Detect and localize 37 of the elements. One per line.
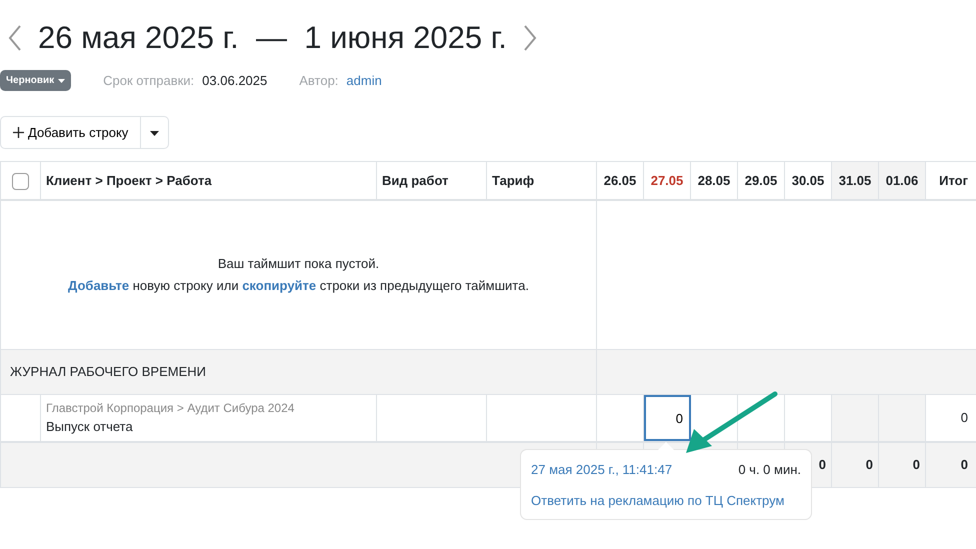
column-header: Итог xyxy=(926,162,976,200)
day-header: 29.05 xyxy=(738,162,784,200)
day-header: 28.05 xyxy=(690,162,738,200)
grand-total: 0 xyxy=(926,442,976,487)
column-header: Вид работ xyxy=(376,162,486,200)
link[interactable]: скопируйте xyxy=(242,278,316,294)
entry-comment-link[interactable]: Ответить на рекламацию по ТЦ Спектрум xyxy=(531,490,801,510)
hours-input[interactable]: 0 xyxy=(644,395,691,441)
select-all-checkbox[interactable] xyxy=(12,172,29,190)
caret-icon xyxy=(58,78,66,82)
column-header: Тариф xyxy=(486,162,596,200)
empty-message: Ваш таймшит пока пустой. xyxy=(216,254,380,273)
author-link[interactable]: admin xyxy=(346,70,382,90)
day-header: 01.06 xyxy=(878,162,926,200)
author-label: Автор: xyxy=(299,72,338,90)
column-header: Клиент > Проект > Работа xyxy=(40,162,376,200)
empty-hint: Добавьте новую строку или скопируйте строки из предыдущего таймшита. xyxy=(67,277,530,296)
entry-datetime-link[interactable]: 27 мая 2025 г., 11:41:47 xyxy=(531,460,672,480)
previous-icon[interactable] xyxy=(8,24,22,50)
dropdown-button[interactable] xyxy=(141,116,170,149)
day-header: 31.05 xyxy=(832,162,878,200)
day-total: 0 xyxy=(832,442,878,487)
day-header: 27.05 xyxy=(644,162,690,200)
task-name: Выпуск отчета xyxy=(46,418,134,436)
next-icon[interactable] xyxy=(522,24,537,50)
period-title: 26 мая 2025 г. — 1 июня 2025 г. xyxy=(38,22,507,53)
add-row-button[interactable]: Добавить строку xyxy=(0,116,142,149)
status-dropdown[interactable]: Черновик xyxy=(0,70,72,91)
deadline-label: Срок отправки: xyxy=(103,72,194,90)
deadline-value: 03.06.2025 xyxy=(202,72,268,90)
day-total: 0 xyxy=(878,442,926,487)
project-path: Главстрой Корпорация > Аудит Сибура 2024 xyxy=(46,400,296,418)
day-header: 26.05 xyxy=(596,162,644,200)
section-title: ЖУРНАЛ РАБОЧЕГО ВРЕМЕНИ xyxy=(10,364,206,380)
link[interactable]: Добавьте xyxy=(68,278,130,294)
caret-icon xyxy=(150,130,160,136)
plus-icon xyxy=(13,127,24,138)
